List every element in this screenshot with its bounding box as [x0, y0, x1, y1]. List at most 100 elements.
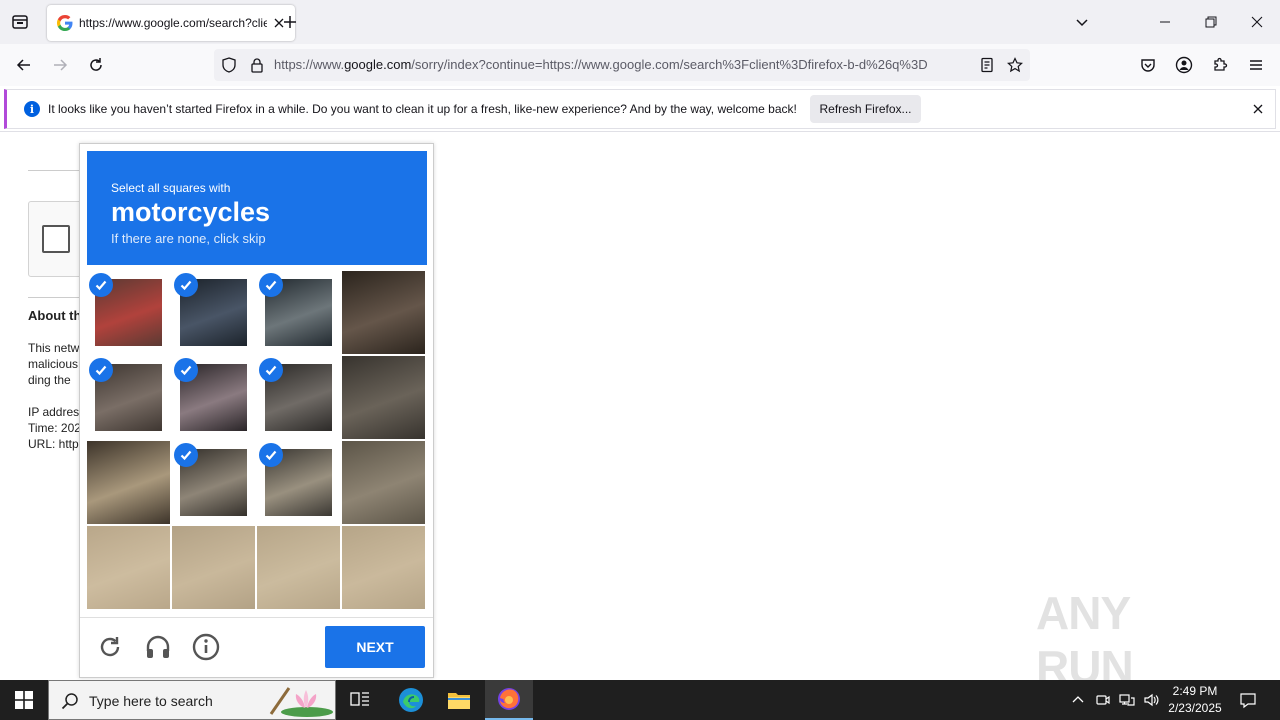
recaptcha-challenge-popup: Select all squares with motorcycles If t…	[79, 143, 434, 678]
refresh-firefox-button[interactable]: Refresh Firefox...	[810, 95, 921, 123]
restore-button[interactable]	[1199, 10, 1223, 34]
tile-selected-check-icon	[174, 273, 198, 297]
puzzle-icon	[1214, 57, 1228, 71]
reload-icon	[90, 58, 102, 71]
firefox-app[interactable]	[485, 680, 533, 720]
image-tile[interactable]	[342, 526, 425, 609]
windows-logo-icon	[15, 691, 33, 709]
browser-tab[interactable]: https://www.google.com/search?client=fir…	[47, 5, 295, 41]
image-tile[interactable]	[87, 526, 170, 609]
image-tile[interactable]	[342, 271, 425, 354]
lock-icon[interactable]	[249, 57, 265, 73]
camera-icon	[1096, 695, 1110, 705]
forward-button[interactable]	[48, 53, 72, 77]
notification-center-button[interactable]	[1238, 690, 1258, 710]
google-favicon-icon	[57, 15, 73, 31]
image-tile-grid	[87, 271, 427, 611]
url-prefix: https://www.	[274, 57, 345, 72]
anyrun-watermark: ANY RUN	[1036, 587, 1236, 693]
refresh-firefox-notification: i It looks like you haven’t started Fire…	[4, 89, 1276, 129]
lotus-flower-icon	[269, 687, 333, 717]
challenge-target: motorcycles	[111, 197, 271, 227]
tile-image	[87, 526, 170, 609]
tile-image	[342, 356, 425, 439]
recaptcha-checkbox[interactable]	[42, 225, 70, 253]
reload-challenge-button[interactable]	[95, 632, 125, 662]
tile-image	[172, 526, 255, 609]
image-tile[interactable]	[342, 441, 425, 524]
image-tile[interactable]	[257, 441, 340, 524]
search-icon	[61, 693, 78, 710]
firefox-view-icon	[12, 15, 28, 29]
close-window-button[interactable]	[1245, 10, 1269, 34]
arrow-left-icon	[16, 59, 30, 71]
tab-title: https://www.google.com/search?client=fir…	[79, 16, 267, 30]
reader-view-icon[interactable]	[979, 57, 995, 73]
image-tile[interactable]	[342, 356, 425, 439]
chevron-down-icon	[1076, 19, 1088, 27]
minimize-button[interactable]	[1153, 10, 1177, 34]
pocket-icon	[1141, 59, 1155, 72]
pocket-button[interactable]	[1136, 53, 1160, 77]
challenge-header: Select all squares with motorcycles If t…	[87, 151, 427, 265]
show-hidden-icons-button[interactable]	[1068, 690, 1088, 710]
url-host: google.com	[344, 57, 412, 72]
help-button[interactable]	[191, 632, 221, 662]
info-icon: i	[24, 101, 40, 117]
url-text[interactable]: https://www.google.com/sorry/index?conti…	[274, 57, 970, 72]
image-tile[interactable]	[257, 271, 340, 354]
tile-selected-check-icon	[259, 443, 283, 467]
account-icon	[1175, 56, 1193, 74]
image-tile[interactable]	[257, 526, 340, 609]
back-button[interactable]	[12, 53, 36, 77]
image-tile[interactable]	[172, 271, 255, 354]
reload-button[interactable]	[84, 53, 108, 77]
meet-now-button[interactable]	[1093, 690, 1113, 710]
volume-button[interactable]	[1141, 690, 1161, 710]
image-tile[interactable]	[172, 441, 255, 524]
bookmark-star-icon[interactable]	[1007, 57, 1023, 73]
image-tile[interactable]	[87, 271, 170, 354]
firefox-view-button[interactable]	[8, 10, 32, 34]
next-button[interactable]: NEXT	[325, 626, 425, 668]
tile-selected-check-icon	[89, 273, 113, 297]
app-menu-button[interactable]	[1244, 53, 1268, 77]
image-tile[interactable]	[172, 356, 255, 439]
minimize-icon	[1160, 21, 1170, 23]
task-view-button[interactable]	[336, 680, 384, 720]
edge-app[interactable]	[387, 680, 435, 720]
tile-image	[87, 441, 170, 524]
footer-separator	[80, 617, 433, 618]
content-separator	[0, 131, 1280, 132]
tile-selected-check-icon	[174, 358, 198, 382]
edge-icon	[399, 688, 423, 712]
tab-bar: https://www.google.com/search?client=fir…	[0, 0, 1280, 44]
taskbar-clock[interactable]: 2:49 PM 2/23/2025	[1160, 683, 1230, 717]
notification-close-button[interactable]	[1249, 100, 1267, 118]
plus-icon	[284, 16, 296, 28]
taskbar-search-box[interactable]: Type here to search	[48, 680, 336, 720]
image-tile[interactable]	[87, 441, 170, 524]
tile-selected-check-icon	[259, 358, 283, 382]
restore-icon	[1205, 16, 1217, 28]
extensions-button[interactable]	[1208, 53, 1232, 77]
network-icon	[1119, 694, 1135, 706]
headphones-icon	[146, 635, 170, 658]
tile-image	[342, 271, 425, 354]
file-explorer-app[interactable]	[435, 680, 483, 720]
image-tile[interactable]	[87, 356, 170, 439]
audio-challenge-button[interactable]	[143, 632, 173, 662]
image-tile[interactable]	[172, 526, 255, 609]
close-icon	[1253, 104, 1263, 114]
list-all-tabs-button[interactable]	[1070, 10, 1094, 34]
challenge-hint: If there are none, click skip	[111, 231, 266, 246]
network-button[interactable]	[1117, 690, 1137, 710]
address-bar[interactable]: https://www.google.com/sorry/index?conti…	[214, 49, 1030, 81]
tracking-shield-icon[interactable]	[221, 57, 237, 73]
start-button[interactable]	[0, 680, 48, 720]
search-placeholder: Type here to search	[89, 693, 213, 709]
image-tile[interactable]	[257, 356, 340, 439]
account-button[interactable]	[1172, 53, 1196, 77]
info-circle-icon	[192, 633, 220, 661]
new-tab-button[interactable]	[279, 11, 301, 33]
